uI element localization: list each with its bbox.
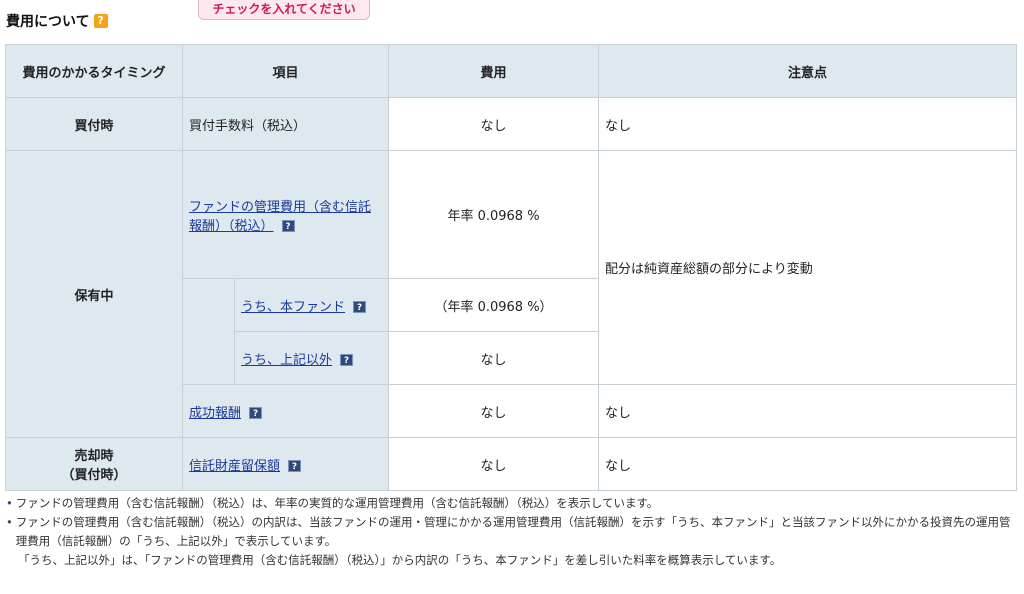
footnote-3: 「うち、上記以外」は、「ファンドの管理費用（含む信託報酬）（税込）」から内訳の「… [18, 553, 782, 567]
header-item: 項目 [181, 44, 390, 98]
question-icon[interactable]: ? [353, 301, 367, 313]
timing-sell: 売却時 （買付時） [5, 437, 183, 491]
bullet: • [6, 496, 13, 510]
cost-trust-reserve: なし [388, 437, 600, 491]
question-icon[interactable]: ? [288, 460, 302, 472]
indent-spacer [182, 278, 235, 385]
timing-sell-line2: （買付時） [61, 468, 127, 483]
question-icon[interactable]: ? [281, 220, 295, 232]
checkbox-notice: チェックを入れてください [198, 0, 370, 20]
sub-other-link[interactable]: うち、上記以外 [241, 353, 332, 368]
performance-fee-link[interactable]: 成功報酬 [189, 406, 241, 421]
timing-hold: 保有中 [5, 150, 183, 438]
trust-reserve-link[interactable]: 信託財産留保額 [189, 459, 280, 474]
note-buy-fee: なし [598, 97, 1018, 151]
table-header-row: 費用のかかるタイミング 項目 費用 注意点 [5, 44, 1018, 98]
sub-own-fund-link[interactable]: うち、本ファンド [241, 300, 345, 315]
header-note: 注意点 [598, 44, 1018, 98]
table-row: 買付時 買付手数料（税込） なし なし [5, 97, 1018, 151]
timing-buy: 買付時 [5, 97, 183, 151]
note-trust-reserve: なし [598, 437, 1018, 491]
footnote-2: • ファンドの管理費用（含む信託報酬）（税込）の内訳は、当該ファンドの運用・管理に… [6, 513, 1018, 551]
table-row: 売却時 （買付時） 信託財産留保額? なし なし [5, 437, 1018, 491]
timing-sell-line1: 売却時 [74, 449, 114, 464]
bullet: • [6, 515, 13, 529]
section-title: 費用について [6, 14, 90, 30]
note-management-fee: 配分は純資産総額の部分により変動 [598, 150, 1018, 385]
question-icon[interactable]: ? [249, 407, 263, 419]
header-cost: 費用 [388, 44, 600, 98]
item-management-fee-cell: ファンドの管理費用（含む信託報酬）（税込）? [181, 150, 390, 279]
help-icon[interactable]: ? [93, 14, 108, 28]
item-sub-own-fund-cell: うち、本ファンド? [233, 278, 390, 332]
cost-sub-other: なし [388, 331, 600, 385]
item-buy-fee: 買付手数料（税込） [181, 97, 390, 151]
cost-sub-own-fund: （年率 0.0968 %） [388, 278, 600, 332]
item-performance-fee-cell: 成功報酬? [181, 384, 390, 438]
footnotes: • ファンドの管理費用（含む信託報酬）（税込）は、年率の実質的な運用管理費用（含む… [6, 494, 1018, 570]
table-row: 保有中 ファンドの管理費用（含む信託報酬）（税込）? 年率 0.0968 % 配… [5, 150, 1018, 438]
cost-management-fee: 年率 0.0968 % [388, 150, 600, 279]
header-timing: 費用のかかるタイミング [5, 44, 183, 98]
cost-performance-fee: なし [388, 384, 600, 438]
cost-buy-fee: なし [388, 97, 600, 151]
section-header: 費用について ? [6, 10, 108, 32]
fees-table: 費用のかかるタイミング 項目 費用 注意点 買付時 買付手数料（税込） なし な… [5, 44, 1018, 491]
management-fee-link[interactable]: ファンドの管理費用（含む信託報酬）（税込） [189, 200, 371, 234]
footnote-1: • ファンドの管理費用（含む信託報酬）（税込）は、年率の実質的な運用管理費用（含む… [6, 496, 659, 510]
question-icon[interactable]: ? [340, 354, 354, 366]
item-sub-other-cell: うち、上記以外? [233, 331, 390, 385]
item-trust-reserve-cell: 信託財産留保額? [181, 437, 390, 491]
note-performance-fee: なし [598, 384, 1018, 438]
